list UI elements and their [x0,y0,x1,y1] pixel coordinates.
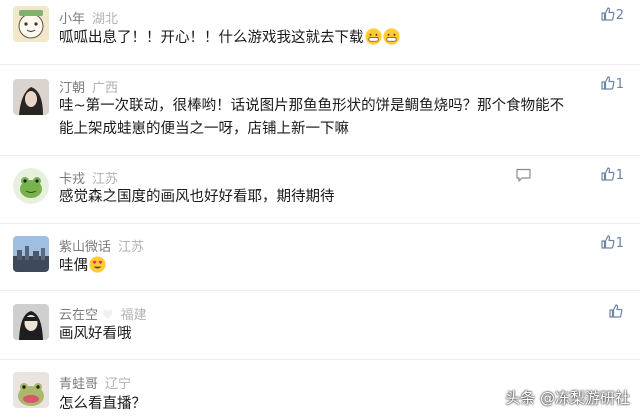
grinning-face-icon [382,28,400,45]
frog-avatar-icon [13,168,49,204]
comment-author[interactable]: 汀朝 广西 [59,77,118,96]
thumbs-up-icon [601,7,615,21]
like-count: 1 [615,168,624,183]
divider [0,223,640,224]
comment-author[interactable]: 卡戎 江苏 [59,168,118,187]
portrait-avatar-icon [13,304,49,340]
watermark: 头条 @冻梨游研社 [505,389,630,407]
heart-eyes-face-icon [89,256,106,273]
comment-author[interactable]: 紫山微话 江苏 [59,236,144,255]
comment-text: 呱呱出息了！！开心！！什么游戏我这就去下载 [59,27,619,50]
thumbs-up-icon [601,235,615,249]
author-location: 福建 [120,308,147,323]
thumbs-up-icon [601,76,615,90]
like-button[interactable] [608,303,624,320]
divider [0,359,640,360]
author-location: 湖北 [92,12,119,27]
divider [0,64,640,65]
divider [0,155,640,156]
cartoon-avatar-icon [13,6,49,42]
author-location: 江苏 [92,172,119,187]
avatar[interactable] [13,6,49,42]
like-button[interactable]: 1 [600,75,624,92]
avatar[interactable] [13,236,49,272]
photo-avatar-icon [13,79,49,115]
comment-text: 哇~第一次联动，很棒哟！话说图片那鱼鱼形状的饼是鲷鱼烧吗？那个食物能不 能上架成蛙… [59,95,619,141]
comment-text: 感觉森之国度的画风也好好看耶，期待期待 [59,189,335,205]
like-count: 2 [615,8,624,23]
grinning-face-icon [364,28,382,45]
author-location: 广西 [92,81,119,96]
like-count: 1 [615,236,624,251]
author-location: 辽宁 [105,377,132,392]
comment-author[interactable]: 云在空 ♥ 福建 [59,304,147,323]
comment-text: 画风好看哦 [59,326,132,342]
comment-text-line: 哇~第一次联动，很棒哟！话说图片那鱼鱼形状的饼是鲷鱼烧吗？那个食物能不 [59,98,565,114]
cityscape-avatar-icon [13,236,49,272]
thumbs-up-icon [609,304,623,318]
avatar[interactable] [13,168,49,204]
reply-button[interactable] [515,167,532,187]
heart-icon: ♥ [102,308,114,323]
comment-text-line: 能上架成蛙崽的便当之一呀，店铺上新一下嘛 [59,121,349,137]
comment-author[interactable]: 小年 湖北 [59,8,118,27]
like-button[interactable]: 1 [600,234,624,251]
like-count: 1 [615,77,624,92]
frog-avatar-icon [13,372,49,408]
divider [0,290,640,291]
avatar[interactable] [13,304,49,340]
comment-author[interactable]: 青蛙哥 辽宁 [59,373,131,392]
like-button[interactable]: 2 [600,6,624,23]
comment-text: 哇偶 [59,255,619,278]
comment-bubble-icon [516,168,531,182]
like-button[interactable]: 1 [600,166,624,183]
avatar[interactable] [13,79,49,115]
author-location: 江苏 [118,240,145,255]
thumbs-up-icon [601,167,615,181]
avatar[interactable] [13,372,49,408]
